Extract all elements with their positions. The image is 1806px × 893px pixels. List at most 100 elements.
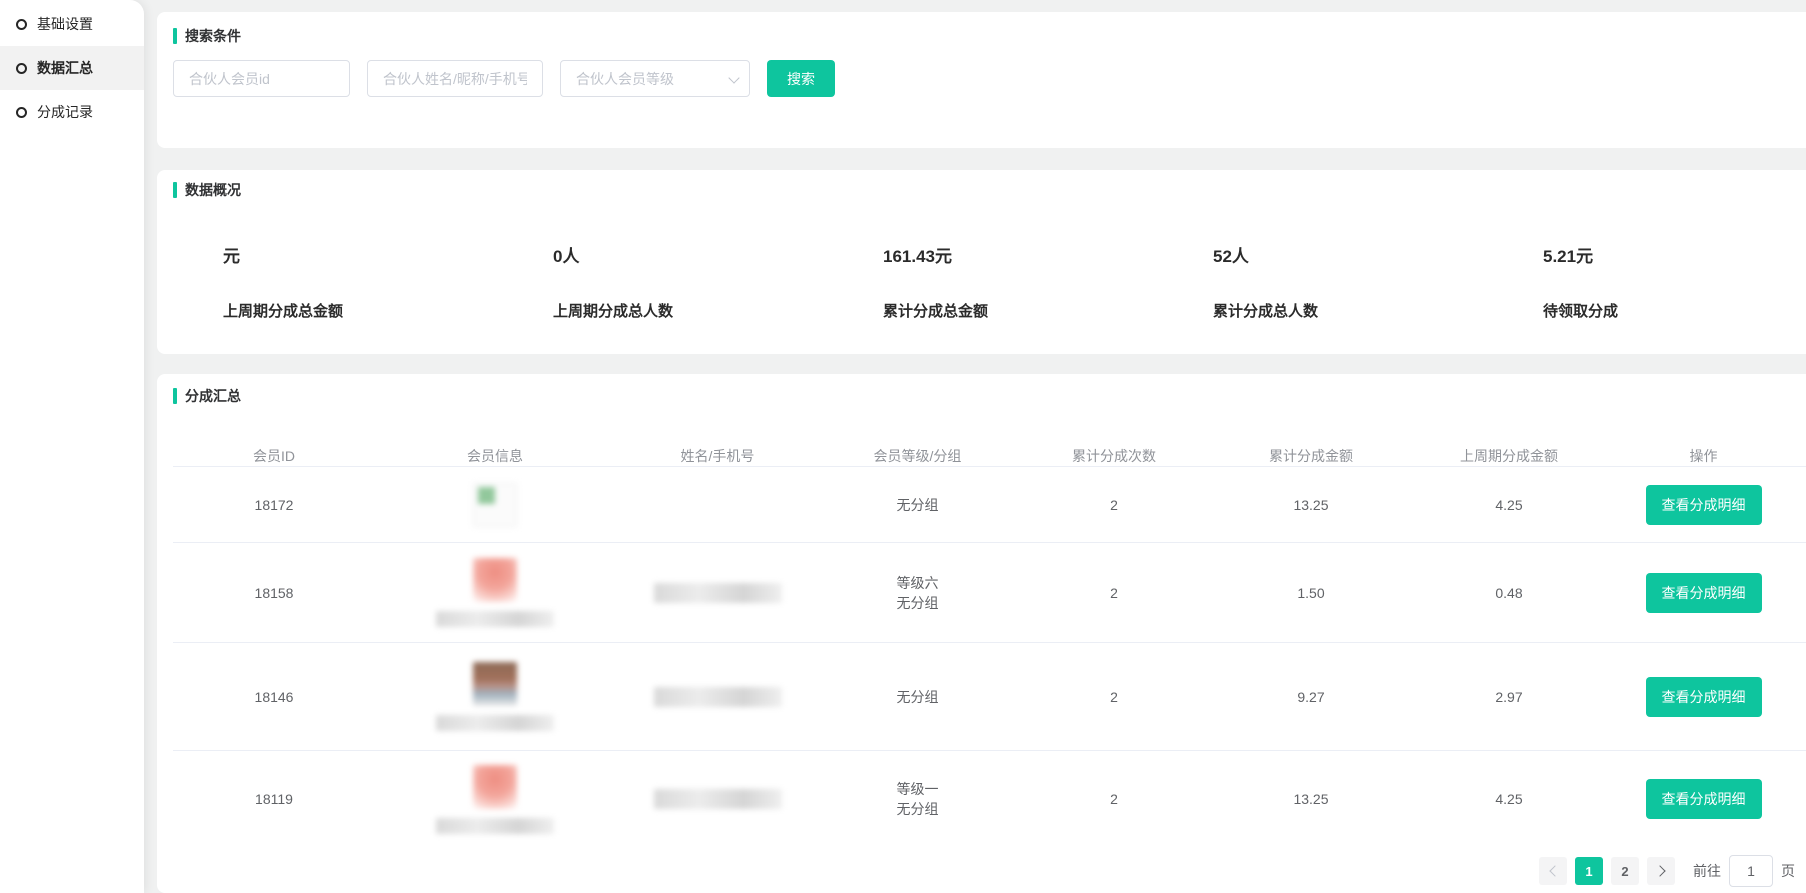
pagination: 12 前往 页: [173, 847, 1806, 893]
commission-total-cell: 9.27: [1213, 689, 1409, 705]
sidebar-item-label: 分成记录: [37, 102, 93, 122]
search-title-text: 搜索条件: [185, 26, 241, 46]
member-info-cell: [375, 558, 615, 627]
commission-count-cell: 2: [1015, 689, 1213, 705]
sidebar-item-基础设置[interactable]: 基础设置: [0, 2, 144, 46]
stat-value: 52人: [1213, 242, 1543, 267]
stat-value: 161.43元: [883, 242, 1213, 267]
member-group: 无分组: [820, 495, 1015, 515]
member-phone-blurred: [654, 583, 782, 603]
table-row: 18158等级六无分组21.500.48查看分成明细: [173, 543, 1806, 643]
stats-row: 元 上周期分成总金额 0人 上周期分成总人数 161.43元 累计分成总金额 5…: [173, 242, 1806, 321]
table-row: 18172无分组213.254.25查看分成明细: [173, 467, 1806, 543]
level-group-cell: 等级六无分组: [820, 573, 1015, 613]
member-level-select-input[interactable]: [560, 60, 750, 97]
member-nickname-blurred: [436, 715, 554, 731]
view-detail-button[interactable]: 查看分成明细: [1646, 485, 1762, 525]
member-name-input[interactable]: [367, 60, 543, 97]
stat-value: 0人: [553, 242, 883, 267]
sidebar-item-数据汇总[interactable]: 数据汇总: [0, 46, 144, 90]
search-section-title: 搜索条件: [173, 26, 1806, 46]
goto-page-input[interactable]: [1729, 855, 1773, 887]
member-nickname-blurred: [436, 818, 554, 834]
member-id-cell: 18119: [173, 791, 375, 807]
title-accent-bar: [173, 182, 177, 198]
stat-value: 5.21元: [1543, 242, 1806, 267]
stat-label: 上周期分成总人数: [553, 300, 883, 321]
member-id-input[interactable]: [173, 60, 350, 97]
member-info-cell: [375, 662, 615, 731]
search-button[interactable]: 搜索: [767, 60, 835, 97]
stat-item: 元 上周期分成总金额: [223, 242, 553, 321]
chevron-left-icon: [1549, 865, 1560, 876]
commission-total-cell: 1.50: [1213, 585, 1409, 601]
member-id-cell: 18172: [173, 497, 375, 513]
view-detail-button[interactable]: 查看分成明细: [1646, 573, 1762, 613]
action-cell: 查看分成明细: [1609, 573, 1798, 613]
main-content: 搜索条件 搜索 数据概况 元 上周期分成总金额 0人 上周期分成总人数: [144, 0, 1806, 893]
member-info-cell: [375, 483, 615, 527]
title-accent-bar: [173, 28, 177, 44]
stat-value: 元: [223, 242, 553, 267]
column-header: 会员等级/分组: [820, 446, 1015, 466]
sidebar: 基础设置 数据汇总 分成记录: [0, 0, 144, 893]
radio-circle-icon: [16, 63, 27, 74]
table-header: 会员ID会员信息姓名/手机号会员等级/分组累计分成次数累计分成金额上周期分成金额…: [173, 446, 1806, 467]
search-row: 搜索: [173, 60, 1806, 97]
commission-table-card: 分成汇总 会员ID会员信息姓名/手机号会员等级/分组累计分成次数累计分成金额上周…: [157, 374, 1806, 893]
column-header: 会员ID: [173, 446, 375, 466]
name-phone-cell: [615, 789, 820, 809]
table-row: 18146 无分组29.272.97 查看分成明细: [173, 643, 1806, 751]
member-avatar-blurred: [473, 483, 517, 527]
action-cell: 查看分成明细: [1609, 677, 1798, 717]
member-group: 无分组: [820, 593, 1015, 613]
view-detail-button[interactable]: 查看分成明细: [1646, 677, 1762, 717]
member-info-cell: [375, 765, 615, 834]
overview-title-text: 数据概况: [185, 180, 241, 200]
page-button-2[interactable]: 2: [1611, 857, 1639, 885]
table-body: 18172无分组213.254.25查看分成明细18158等级六无分组21.50…: [173, 467, 1806, 847]
table-section-title: 分成汇总: [173, 386, 1806, 406]
stat-item: 5.21元 待领取分成: [1543, 242, 1806, 321]
last-period-cell: 2.97: [1409, 689, 1609, 705]
table-row: 18119等级一无分组213.254.25查看分成明细: [173, 751, 1806, 847]
name-phone-cell: [615, 687, 820, 707]
member-avatar-blurred: [473, 662, 517, 706]
member-phone-blurred: [654, 687, 782, 707]
next-page-button[interactable]: [1647, 857, 1675, 885]
prev-page-button[interactable]: [1539, 857, 1567, 885]
commission-count-cell: 2: [1015, 497, 1213, 513]
sidebar-item-分成记录[interactable]: 分成记录: [0, 90, 144, 134]
view-detail-button[interactable]: 查看分成明细: [1646, 779, 1762, 819]
column-header: 累计分成次数: [1015, 446, 1213, 466]
column-header: 操作: [1609, 446, 1798, 466]
level-group-cell: 无分组: [820, 495, 1015, 515]
member-group: 无分组: [820, 799, 1015, 819]
action-cell: 查看分成明细: [1609, 485, 1798, 525]
overview-section-title: 数据概况: [173, 180, 1806, 200]
column-header: 上周期分成金额: [1409, 446, 1609, 466]
level-group-cell: 无分组: [820, 687, 1015, 707]
last-period-cell: 4.25: [1409, 791, 1609, 807]
page-button-1[interactable]: 1: [1575, 857, 1603, 885]
last-period-cell: 4.25: [1409, 497, 1609, 513]
commission-count-cell: 2: [1015, 585, 1213, 601]
stat-label: 累计分成总金额: [883, 300, 1213, 321]
search-card: 搜索条件 搜索: [157, 12, 1806, 148]
member-group: 无分组: [820, 687, 1015, 707]
radio-circle-icon: [16, 107, 27, 118]
stat-label: 上周期分成总金额: [223, 300, 553, 321]
level-group-cell: 等级一无分组: [820, 779, 1015, 819]
sidebar-item-label: 数据汇总: [37, 58, 93, 78]
member-id-cell: 18146: [173, 689, 375, 705]
column-header: 累计分成金额: [1213, 446, 1409, 466]
goto-page-group: 前往 页: [1693, 855, 1795, 887]
column-header: 会员信息: [375, 446, 615, 466]
member-level-select[interactable]: [560, 60, 750, 97]
title-accent-bar: [173, 388, 177, 404]
stat-label: 累计分成总人数: [1213, 300, 1543, 321]
member-phone-blurred: [654, 789, 782, 809]
member-level: 等级一: [820, 779, 1015, 799]
stat-label: 待领取分成: [1543, 300, 1806, 321]
goto-page-suffix: 页: [1781, 861, 1795, 881]
